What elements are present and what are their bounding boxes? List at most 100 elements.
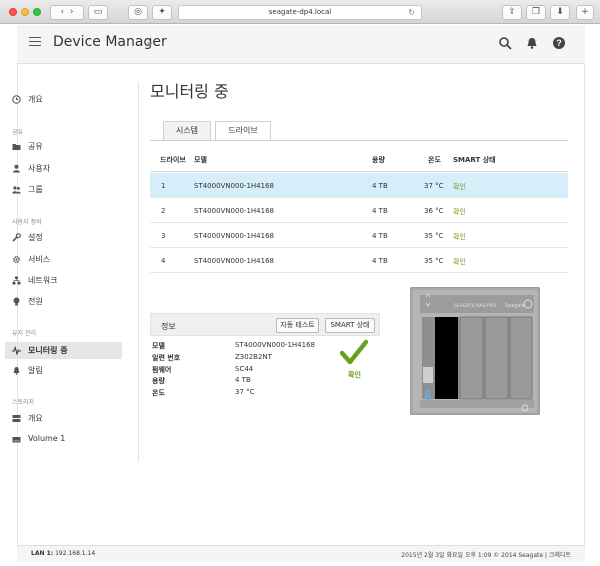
sidebar-group-maintenance: 유지 관리 — [12, 330, 36, 337]
tab-divider — [150, 140, 568, 141]
sidebar-group-share: 공유 — [12, 129, 24, 136]
extension-button-2[interactable]: ✦ — [152, 5, 172, 20]
info-value-model: ST4000VN000-1H4168 — [235, 341, 315, 349]
drive-temp: 35 °C — [424, 232, 444, 240]
info-key-capacity: 용량 — [152, 377, 165, 385]
sidebar-item-groups[interactable]: 그룹 — [5, 181, 122, 198]
info-key-model: 모델 — [152, 342, 165, 350]
sidebar-item-network[interactable]: 네트워크 — [5, 272, 122, 289]
self-test-button[interactable]: 자동 테스트 — [276, 318, 319, 333]
sidebar-item-users[interactable]: 사용자 — [5, 160, 122, 177]
extension-2-icon: ✦ — [158, 7, 166, 17]
table-row[interactable]: 2 ST4000VN000-1H4168 4 TB 36 °C 확인 — [150, 198, 568, 223]
clock-icon — [12, 95, 21, 104]
sidebar-item-label: 사용자 — [28, 164, 51, 173]
search-icon[interactable] — [498, 36, 512, 50]
col-smart-header[interactable]: SMART 상태 — [453, 155, 496, 165]
drive-capacity: 4 TB — [372, 182, 388, 190]
footer-datetime-copyright: 2015년 2월 3일 화요일 오후 1:09 © 2014 Seagate |… — [401, 552, 571, 559]
info-value-temp: 37 °C — [235, 388, 255, 396]
col-model-header[interactable]: 모델 — [194, 155, 207, 165]
window-maximize-button[interactable] — [33, 8, 41, 16]
back-icon[interactable]: ‹ — [61, 7, 65, 17]
nas-device-image: SEAGATE-NAS-PRO Seagate — [410, 287, 540, 415]
info-value-firmware: SC44 — [235, 365, 254, 373]
share-button[interactable]: ⇪ — [502, 5, 522, 20]
lan-ip: 192.168.1.14 — [55, 550, 96, 557]
drive-capacity: 4 TB — [372, 207, 388, 215]
sidebar-divider — [138, 82, 139, 462]
drive-model: ST4000VN000-1H4168 — [194, 182, 274, 190]
extension-button[interactable]: ◎ — [128, 5, 148, 20]
forward-icon[interactable]: › — [70, 7, 74, 17]
plus-icon: + — [581, 7, 589, 17]
smart-ok-label: 확인 — [348, 371, 361, 379]
window-minimize-button[interactable] — [21, 8, 29, 16]
sidebar-item-label: 개요 — [28, 95, 43, 104]
sidebar-item-overview[interactable]: 개요 — [5, 91, 122, 108]
sidebar-item-label: 서비스 — [28, 255, 51, 264]
help-icon[interactable]: ? — [552, 36, 566, 50]
downloads-button[interactable]: ⬇ — [550, 5, 570, 20]
bulb-icon — [13, 297, 20, 306]
share-icon: ⇪ — [508, 7, 516, 17]
sidebar-item-alerts[interactable]: 알림 — [5, 362, 122, 379]
sidebar-group-storage: 스토리지 — [12, 399, 35, 406]
sidebar-item-label: 설정 — [28, 233, 43, 242]
table-row[interactable]: 1 ST4000VN000-1H4168 4 TB 37 °C 확인 — [150, 173, 568, 198]
drive-smart-status: 확인 — [453, 233, 466, 241]
status-bar: LAN 1: 192.168.1.14 2015년 2월 3일 화요일 오후 1… — [17, 545, 585, 562]
info-key-temp: 온도 — [152, 389, 165, 397]
drive-smart-status: 확인 — [453, 208, 466, 216]
sidebar-item-label: 그룹 — [28, 185, 43, 194]
drive-number: 4 — [161, 257, 166, 265]
sidebar-item-volume-1[interactable]: Volume 1 — [5, 431, 122, 448]
info-header: 정보 자동 테스트 SMART 상태 — [150, 313, 380, 336]
info-key-firmware: 펌웨어 — [152, 366, 172, 374]
menu-icon[interactable] — [29, 37, 41, 47]
drive-number: 3 — [161, 232, 166, 240]
user-icon — [13, 164, 20, 173]
window-close-button[interactable] — [9, 8, 17, 16]
download-icon: ⬇ — [556, 7, 564, 17]
tab-drive[interactable]: 드라이브 — [215, 121, 271, 141]
tabs-button[interactable]: ❐ — [526, 5, 546, 20]
volume-icon — [12, 437, 21, 443]
drive-capacity: 4 TB — [372, 257, 388, 265]
sidebar-item-power[interactable]: 전원 — [5, 293, 122, 310]
reload-icon[interactable]: ↻ — [408, 6, 415, 19]
smart-status-button[interactable]: SMART 상태 — [325, 318, 375, 333]
lan-label: LAN 1: — [31, 550, 54, 557]
tab-system[interactable]: 시스템 — [163, 121, 211, 141]
sidebar-item-services[interactable]: 서비스 — [5, 251, 122, 268]
browser-toolbar: ‹ › ▭ ◎ ✦ seagate-dp4.local ↻ ⇪ ❐ ⬇ + — [0, 0, 600, 24]
table-row[interactable]: 3 ST4000VN000-1H4168 4 TB 35 °C 확인 — [150, 223, 568, 248]
nas-model-label: SEAGATE-NAS-PRO — [454, 303, 497, 309]
sidebar-item-shares[interactable]: 공유 — [5, 138, 122, 155]
sidebar-item-settings[interactable]: 설정 — [5, 229, 122, 246]
drive-temp: 36 °C — [424, 207, 444, 215]
group-icon — [12, 186, 21, 194]
nas-brand-label: Seagate — [505, 303, 526, 309]
drive-model: ST4000VN000-1H4168 — [194, 207, 274, 215]
address-bar[interactable]: seagate-dp4.local ↻ — [178, 5, 422, 20]
drive-smart-status: 확인 — [453, 258, 466, 266]
info-title: 정보 — [161, 322, 176, 331]
col-drive-header[interactable]: 드라이브 — [160, 155, 186, 165]
info-key-serial: 일련 번호 — [152, 354, 181, 362]
lan-status: LAN 1: 192.168.1.14 — [31, 550, 95, 557]
col-temp-header[interactable]: 온도 — [428, 155, 441, 165]
new-tab-button[interactable]: + — [576, 5, 594, 20]
table-row[interactable]: 4 ST4000VN000-1H4168 4 TB 35 °C 확인 — [150, 248, 568, 273]
back-forward-buttons[interactable]: ‹ › — [50, 5, 84, 20]
sidebar-item-storage-overview[interactable]: 개요 — [5, 410, 122, 427]
bell-icon[interactable] — [525, 36, 539, 50]
chevron-down-icon[interactable]: ▼ — [147, 41, 152, 49]
sidebar-item-label: 모니터링 중 — [28, 346, 68, 355]
sidebar-toggle-button[interactable]: ▭ — [88, 5, 108, 20]
drive-smart-status: 확인 — [453, 183, 466, 191]
drive-model: ST4000VN000-1H4168 — [194, 257, 274, 265]
sidebar-item-monitoring[interactable]: 모니터링 중 — [5, 342, 122, 359]
drive-temp: 37 °C — [424, 182, 444, 190]
col-capacity-header[interactable]: 용량 — [372, 155, 385, 165]
